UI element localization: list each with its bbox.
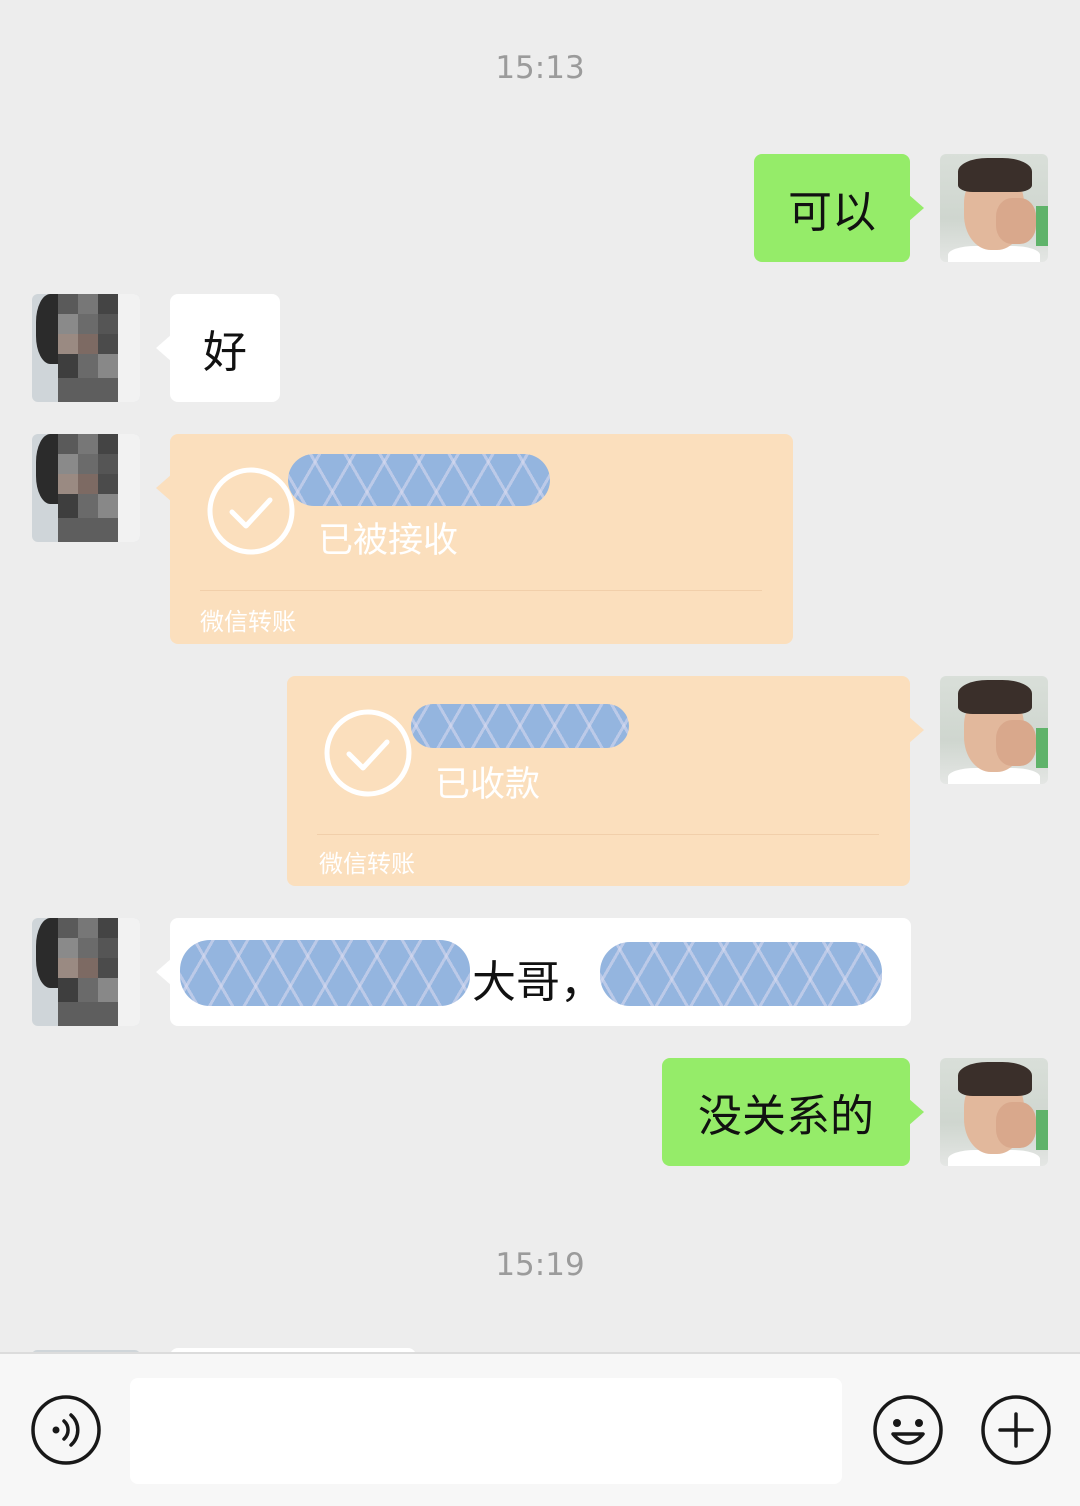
message-text: 没关系的 (698, 1091, 874, 1142)
redaction-scribble (288, 454, 550, 506)
message-bubble-other[interactable]: 大哥， (156, 918, 911, 1026)
transfer-status: 已收款 (435, 765, 541, 805)
avatar-other[interactable] (32, 918, 140, 1026)
transfer-card-collected[interactable]: 已收款 微信转账 (287, 676, 924, 886)
message-text: 大哥， (472, 957, 604, 1008)
avatar-other[interactable] (32, 434, 140, 542)
redaction-scribble (180, 940, 470, 1006)
avatar-other[interactable] (32, 294, 140, 402)
divider (200, 590, 762, 591)
avatar-self[interactable] (940, 154, 1048, 262)
emoji-icon[interactable] (872, 1394, 944, 1466)
transfer-status: 已被接收 (318, 521, 459, 561)
voice-icon[interactable] (30, 1394, 102, 1466)
check-circle-icon (207, 467, 295, 555)
plus-icon[interactable] (980, 1394, 1052, 1466)
transfer-brand: 微信转账 (319, 850, 415, 878)
check-circle-icon (324, 709, 412, 797)
message-text: 好 (203, 327, 247, 378)
message-input[interactable] (130, 1378, 842, 1484)
divider (317, 834, 879, 835)
input-bar (0, 1352, 1080, 1506)
transfer-card-received[interactable]: 已被接收 微信转账 (156, 434, 793, 644)
message-text: 可以 (788, 187, 876, 238)
timestamp: 15:13 (495, 50, 585, 86)
avatar-self[interactable] (940, 1058, 1048, 1166)
timestamp: 15:19 (495, 1247, 585, 1283)
chat-area[interactable]: 15:13 可以 好 已被接收 微信转账 已收款 微信转账 大哥， 没关系的 1… (0, 0, 1080, 1352)
redaction-scribble (411, 704, 629, 748)
message-bubble-self[interactable]: 可以 (754, 154, 924, 262)
avatar-self[interactable] (940, 676, 1048, 784)
redaction-scribble (600, 942, 882, 1006)
message-bubble-self[interactable]: 没关系的 (662, 1058, 924, 1166)
transfer-brand: 微信转账 (200, 608, 296, 636)
message-bubble-other[interactable]: 好 (156, 294, 280, 402)
